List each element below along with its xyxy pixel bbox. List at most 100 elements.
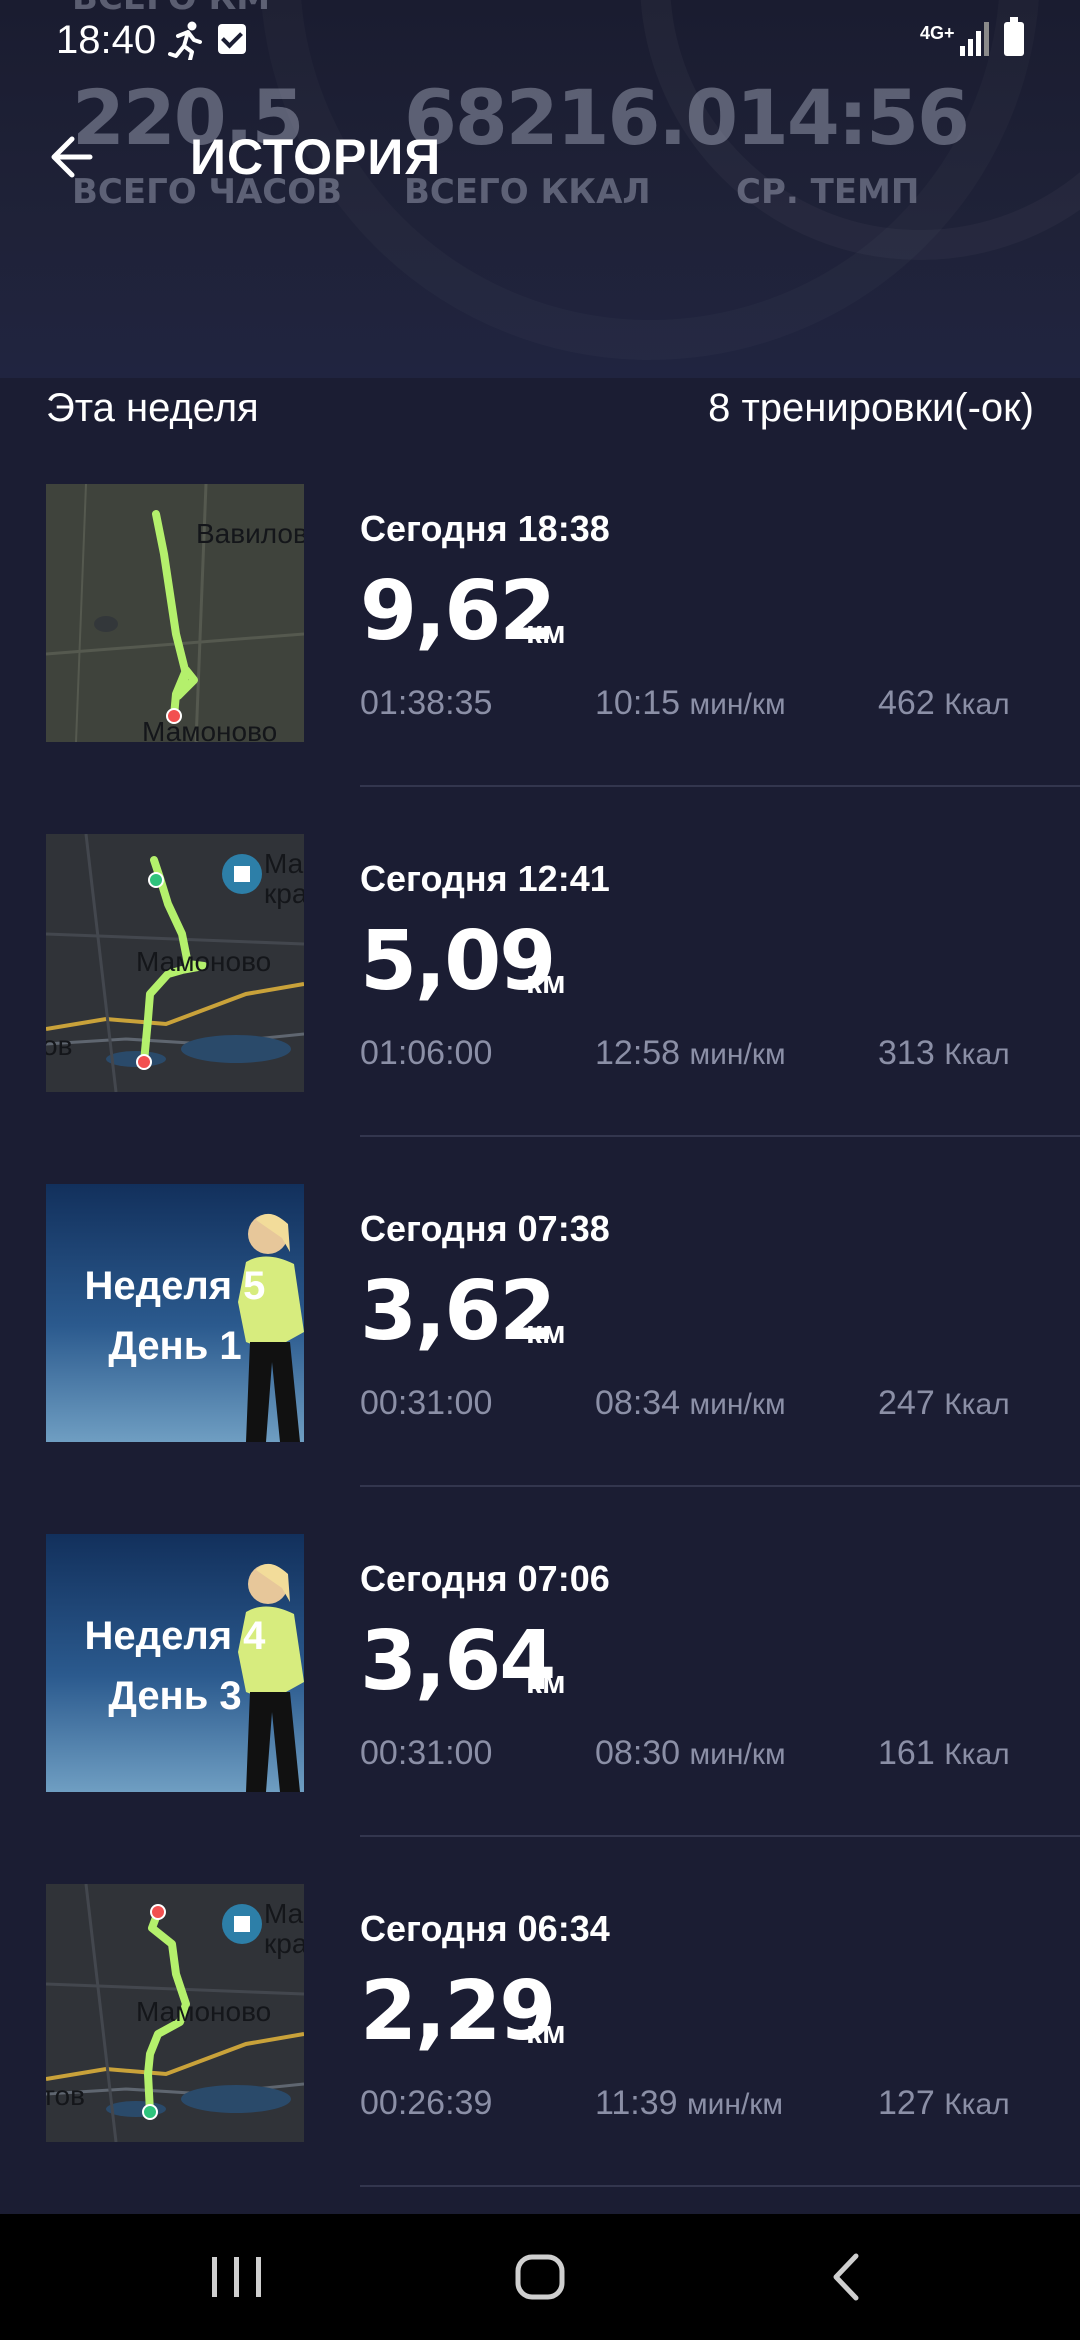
pace-value: 10:15: [595, 684, 681, 722]
workout-date: Сегодня 06:34: [360, 1908, 610, 1949]
kcal-unit: Ккал: [944, 688, 1010, 721]
workout-duration: 00:31:00: [360, 1384, 493, 1422]
map-label: ов: [46, 1030, 73, 1061]
kcal-unit: Ккал: [944, 1038, 1010, 1071]
plan-week: Неделя 5: [84, 1264, 266, 1308]
map-label: кра: [264, 878, 304, 909]
route-map-thumbnail: Ма кра Мамоново ов: [46, 834, 304, 1092]
kcal-value: 161: [878, 1734, 935, 1772]
plan-label: Неделя 5 День 1: [46, 1256, 304, 1376]
distance-unit: км: [526, 964, 566, 1000]
history-header: ВСЕГО КМ 220.5 ВСЕГО ЧАСОВ 68216.0 ВСЕГО…: [0, 0, 1080, 378]
divider: [360, 1135, 1080, 1137]
training-plan-thumbnail: Неделя 5 День 1: [46, 1184, 304, 1442]
pace-value: 12:58: [595, 1034, 681, 1072]
workout-pace: 08:34 мин/км: [595, 1384, 786, 1423]
workout-kcal: 247 Ккал: [878, 1384, 1010, 1423]
home-icon[interactable]: [514, 2254, 566, 2300]
workout-duration: 01:38:35: [360, 684, 493, 722]
kcal-value: 313: [878, 1034, 935, 1072]
workout-pace: 12:58 мин/км: [595, 1034, 786, 1073]
stat-label: ВСЕГО ККАЛ: [404, 172, 651, 212]
divider: [360, 785, 1080, 787]
recents-icon[interactable]: [210, 2254, 264, 2300]
divider: [360, 2185, 1080, 2187]
map-label: кра: [264, 1928, 304, 1959]
workout-pace: 08:30 мин/км: [595, 1734, 786, 1773]
kcal-value: 247: [878, 1384, 935, 1422]
back-icon[interactable]: [826, 2252, 866, 2302]
divider: [360, 1485, 1080, 1487]
stat-total-kcal: 68216.0 ВСЕГО ККАЛ: [404, 70, 738, 212]
map-label: Ма: [264, 848, 304, 879]
workout-pace: 10:15 мин/км: [595, 684, 786, 723]
kcal-value: 127: [878, 2084, 935, 2122]
workout-item[interactable]: Неделя 5 День 1 Сегодня 07:38 3,62 км 00…: [0, 1184, 1080, 1534]
checkbox-icon: [218, 24, 246, 54]
workout-item[interactable]: Неделя 4 День 3 Сегодня 07:06 3,64 км 00…: [0, 1534, 1080, 1884]
page-title: ИСТОРИЯ: [190, 129, 442, 185]
workout-item[interactable]: Вавилов Мамоново Сегодня 18:38 9,62 км 0…: [0, 484, 1080, 834]
pace-unit: мин/км: [689, 1038, 786, 1071]
workout-list: Вавилов Мамоново Сегодня 18:38 9,62 км 0…: [0, 484, 1080, 2234]
map-label: Мамоново: [136, 946, 272, 977]
route-map-thumbnail: Вавилов Мамоново: [46, 484, 304, 742]
stat-label: СР. ТЕМП: [736, 172, 920, 212]
map-label: Ма: [264, 1898, 304, 1929]
workout-count: 8 тренировки(-ок): [708, 386, 1034, 430]
workout-item[interactable]: Ма кра Мамоново ов Сегодня 12:41 5,09 км…: [0, 834, 1080, 1184]
week-section-header: Эта неделя 8 тренировки(-ок): [0, 378, 1080, 442]
status-bar: 18:40 4G+: [0, 0, 1080, 84]
workout-duration: 00:31:00: [360, 1734, 493, 1772]
workout-item[interactable]: Ма кра Мамоново тов Сегодня 06:34 2,29 к…: [0, 1884, 1080, 2234]
pace-unit: мин/км: [689, 1738, 786, 1771]
workout-date: Сегодня 12:41: [360, 858, 610, 899]
plan-week: Неделя 4: [84, 1614, 266, 1658]
stat-value: 14:56: [736, 73, 970, 162]
section-label: Эта неделя: [46, 386, 259, 430]
plan-label: Неделя 4 День 3: [46, 1606, 304, 1726]
status-time: 18:40: [56, 18, 157, 62]
workout-duration: 00:26:39: [360, 2084, 493, 2122]
plan-day: День 1: [108, 1324, 242, 1368]
kcal-unit: Ккал: [944, 2088, 1010, 2121]
workout-pace: 11:39 мин/км: [595, 2084, 783, 2123]
map-label: Мамоново: [142, 716, 278, 742]
pace-unit: мин/км: [689, 688, 786, 721]
pace-value: 08:34: [595, 1384, 681, 1422]
kcal-unit: Ккал: [944, 1738, 1010, 1771]
workout-duration: 01:06:00: [360, 1034, 493, 1072]
workout-kcal: 313 Ккал: [878, 1034, 1010, 1073]
kcal-value: 462: [878, 684, 935, 722]
workout-date: Сегодня 07:06: [360, 1558, 610, 1599]
training-plan-thumbnail: Неделя 4 День 3: [46, 1534, 304, 1792]
plan-day: День 3: [108, 1674, 242, 1718]
map-label: Вавилов: [196, 518, 304, 549]
distance-unit: км: [526, 1314, 566, 1350]
stat-value: 68216.0: [404, 73, 738, 162]
signal-icon: [960, 22, 989, 56]
map-label: тов: [46, 2080, 85, 2111]
route-map-thumbnail: Ма кра Мамоново тов: [46, 1884, 304, 2142]
workout-kcal: 161 Ккал: [878, 1734, 1010, 1773]
battery-icon: [1004, 17, 1024, 56]
workout-kcal: 462 Ккал: [878, 684, 1010, 723]
network-type: 4G+: [920, 23, 955, 43]
pace-value: 11:39: [595, 2084, 678, 2122]
pace-unit: мин/км: [689, 1388, 786, 1421]
distance-unit: км: [526, 2014, 566, 2050]
pace-value: 08:30: [595, 1734, 681, 1772]
workout-date: Сегодня 18:38: [360, 508, 610, 549]
workout-date: Сегодня 07:38: [360, 1208, 610, 1249]
distance-unit: км: [526, 614, 566, 650]
pace-unit: мин/км: [687, 2088, 784, 2121]
kcal-unit: Ккал: [944, 1388, 1010, 1421]
running-icon: [168, 21, 202, 60]
workout-kcal: 127 Ккал: [878, 2084, 1010, 2123]
stat-avg-pace: 14:56 СР. ТЕМП: [736, 70, 970, 212]
back-arrow-button[interactable]: [40, 124, 106, 190]
divider: [360, 1835, 1080, 1837]
system-navigation-bar: [0, 2214, 1080, 2340]
distance-unit: км: [526, 1664, 566, 1700]
map-label: Мамоново: [136, 1996, 272, 2027]
